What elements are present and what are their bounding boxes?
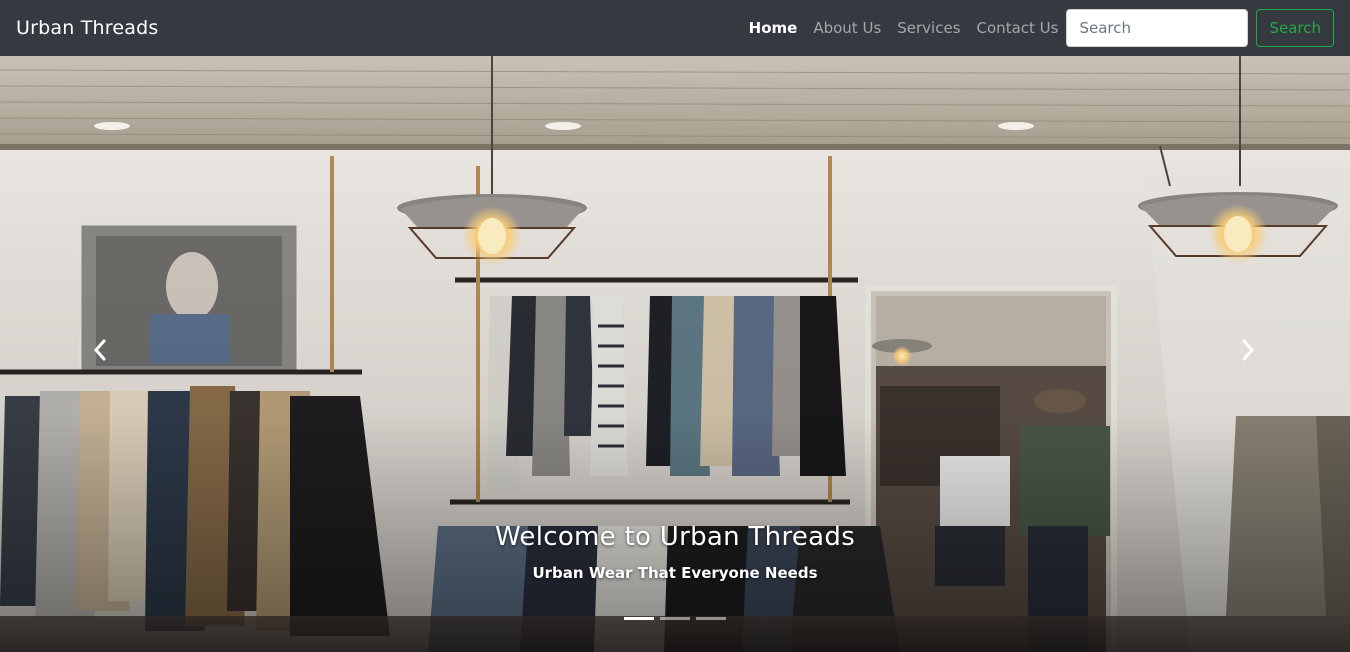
carousel-indicator-2[interactable]	[660, 617, 690, 620]
search-input[interactable]	[1066, 9, 1249, 47]
hero-carousel: Welcome to Urban Threads Urban Wear That…	[0, 56, 1350, 652]
nav-link-services[interactable]: Services	[897, 19, 960, 37]
carousel-indicator-1[interactable]	[624, 617, 654, 620]
caption-subtitle: Urban Wear That Everyone Needs	[532, 564, 818, 582]
carousel-indicator-3[interactable]	[696, 617, 726, 620]
nav-links: Home About Us Services Contact Us	[733, 19, 1059, 37]
carousel-next-button[interactable]	[1236, 338, 1260, 362]
carousel-caption: Welcome to Urban Threads Urban Wear That…	[0, 522, 1350, 582]
chevron-left-icon	[93, 339, 106, 361]
carousel-indicators	[0, 617, 1350, 620]
chevron-right-icon	[1242, 339, 1255, 361]
carousel-prev-button[interactable]	[88, 338, 112, 362]
search-button[interactable]: Search	[1256, 9, 1334, 47]
nav-right: Home About Us Services Contact Us Search	[733, 9, 1334, 47]
brand-logo[interactable]: Urban Threads	[16, 17, 158, 39]
navbar: Urban Threads Home About Us Services Con…	[0, 0, 1350, 56]
nav-link-home[interactable]: Home	[749, 19, 798, 37]
nav-link-contact-us[interactable]: Contact Us	[977, 19, 1059, 37]
nav-link-about-us[interactable]: About Us	[813, 19, 881, 37]
caption-title: Welcome to Urban Threads	[494, 522, 856, 552]
